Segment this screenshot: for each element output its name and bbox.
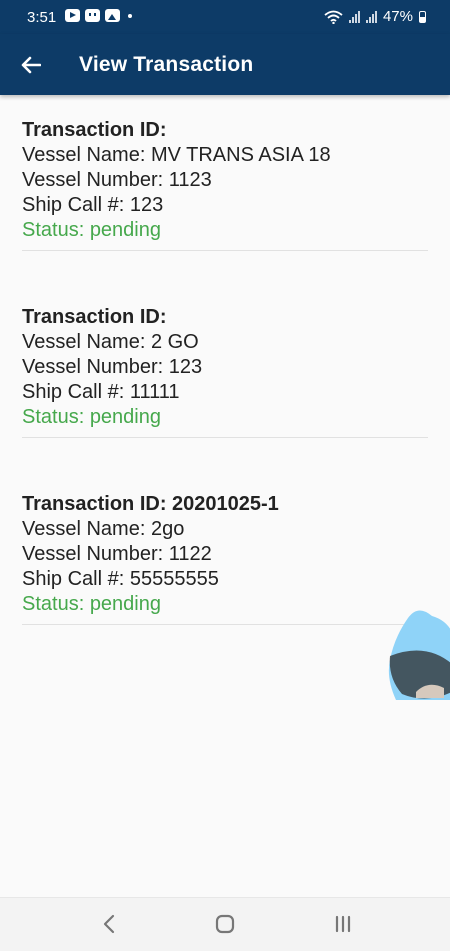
notification-icons (65, 9, 132, 22)
signal-icon-2 (365, 10, 377, 23)
vessel-name: Vessel Name: 2 GO (22, 331, 199, 353)
transaction-id: Transaction ID: (22, 306, 167, 328)
system-status: 47% (324, 8, 426, 25)
chat-head-avatar-icon (388, 610, 450, 700)
nav-back-button[interactable] (92, 907, 126, 941)
ship-call: Ship Call #: 11111 (22, 381, 180, 403)
youtube-icon (65, 9, 80, 22)
status-time: 3:51 (27, 9, 57, 26)
back-icon (103, 914, 115, 934)
status-text: Status: pending (22, 406, 161, 428)
floating-chat-head-bubble[interactable] (386, 608, 450, 700)
transaction-id: Transaction ID: 20201025-1 (22, 493, 279, 515)
back-button[interactable] (14, 48, 48, 82)
app-notification-icon (85, 9, 100, 22)
transaction-id: Transaction ID: (22, 119, 167, 141)
wifi-icon (324, 10, 343, 24)
transaction-item[interactable]: Transaction ID: Vessel Name: MV TRANS AS… (22, 95, 428, 251)
transaction-item[interactable]: Transaction ID: Vessel Name: 2 GO Vessel… (22, 282, 428, 438)
dot-icon (128, 13, 132, 18)
vessel-number: Vessel Number: 123 (22, 356, 203, 378)
nav-home-button[interactable] (208, 907, 242, 941)
page-title: View Transaction (79, 53, 254, 76)
ship-call: Ship Call #: 55555555 (22, 568, 219, 590)
arrow-left-icon (21, 56, 41, 74)
transaction-item[interactable]: Transaction ID: 20201025-1 Vessel Name: … (22, 469, 428, 625)
battery-icon (419, 10, 426, 23)
system-navigation-bar (0, 897, 450, 951)
recents-icon (335, 915, 351, 933)
status-text: Status: pending (22, 593, 161, 615)
battery-percent: 47% (382, 8, 413, 25)
status-bar: 3:51 47% (0, 0, 450, 34)
gallery-icon (105, 9, 120, 22)
vessel-number: Vessel Number: 1122 (22, 543, 212, 565)
vessel-name: Vessel Name: MV TRANS ASIA 18 (22, 144, 331, 166)
vessel-name: Vessel Name: 2go (22, 518, 185, 540)
app-bar: View Transaction (0, 34, 450, 95)
home-icon (215, 914, 235, 934)
ship-call: Ship Call #: 123 (22, 194, 164, 216)
nav-recents-button[interactable] (326, 907, 360, 941)
signal-icon (348, 10, 360, 23)
status-text: Status: pending (22, 219, 161, 241)
vessel-number: Vessel Number: 1123 (22, 169, 212, 191)
